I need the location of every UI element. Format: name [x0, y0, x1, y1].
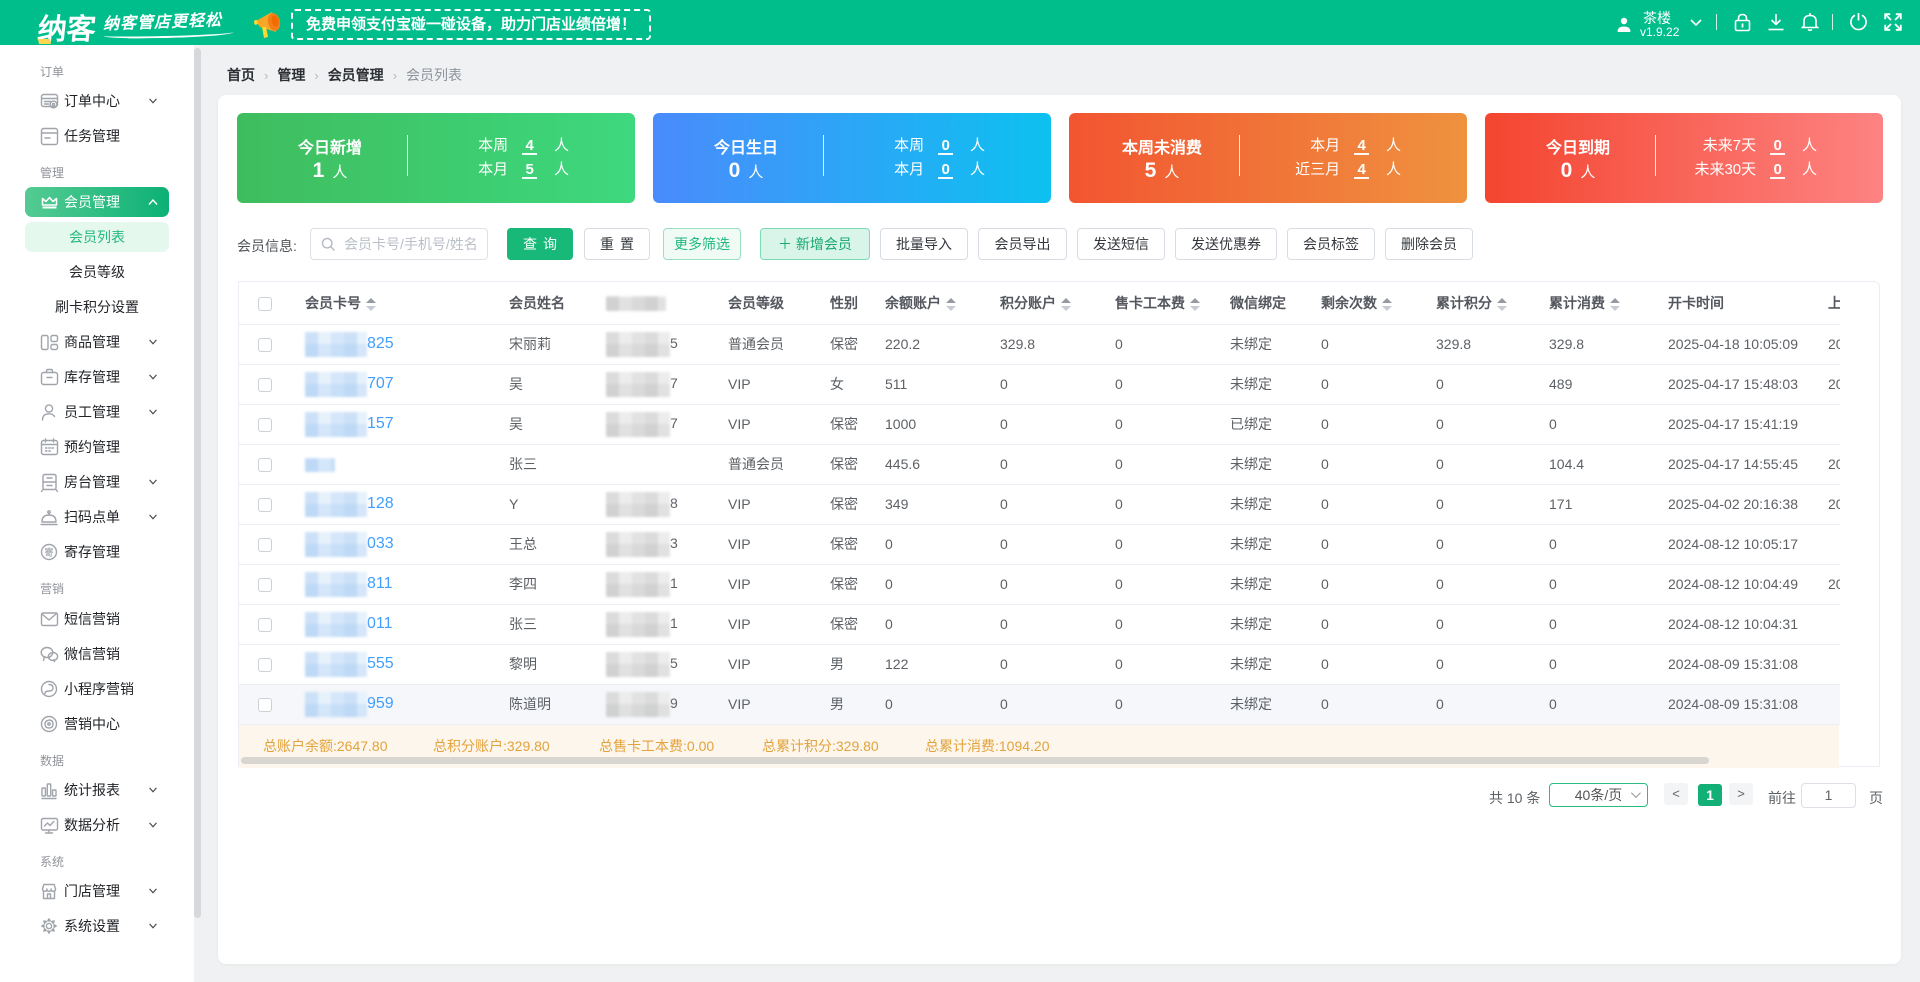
- svg-text:寄: 寄: [44, 547, 53, 558]
